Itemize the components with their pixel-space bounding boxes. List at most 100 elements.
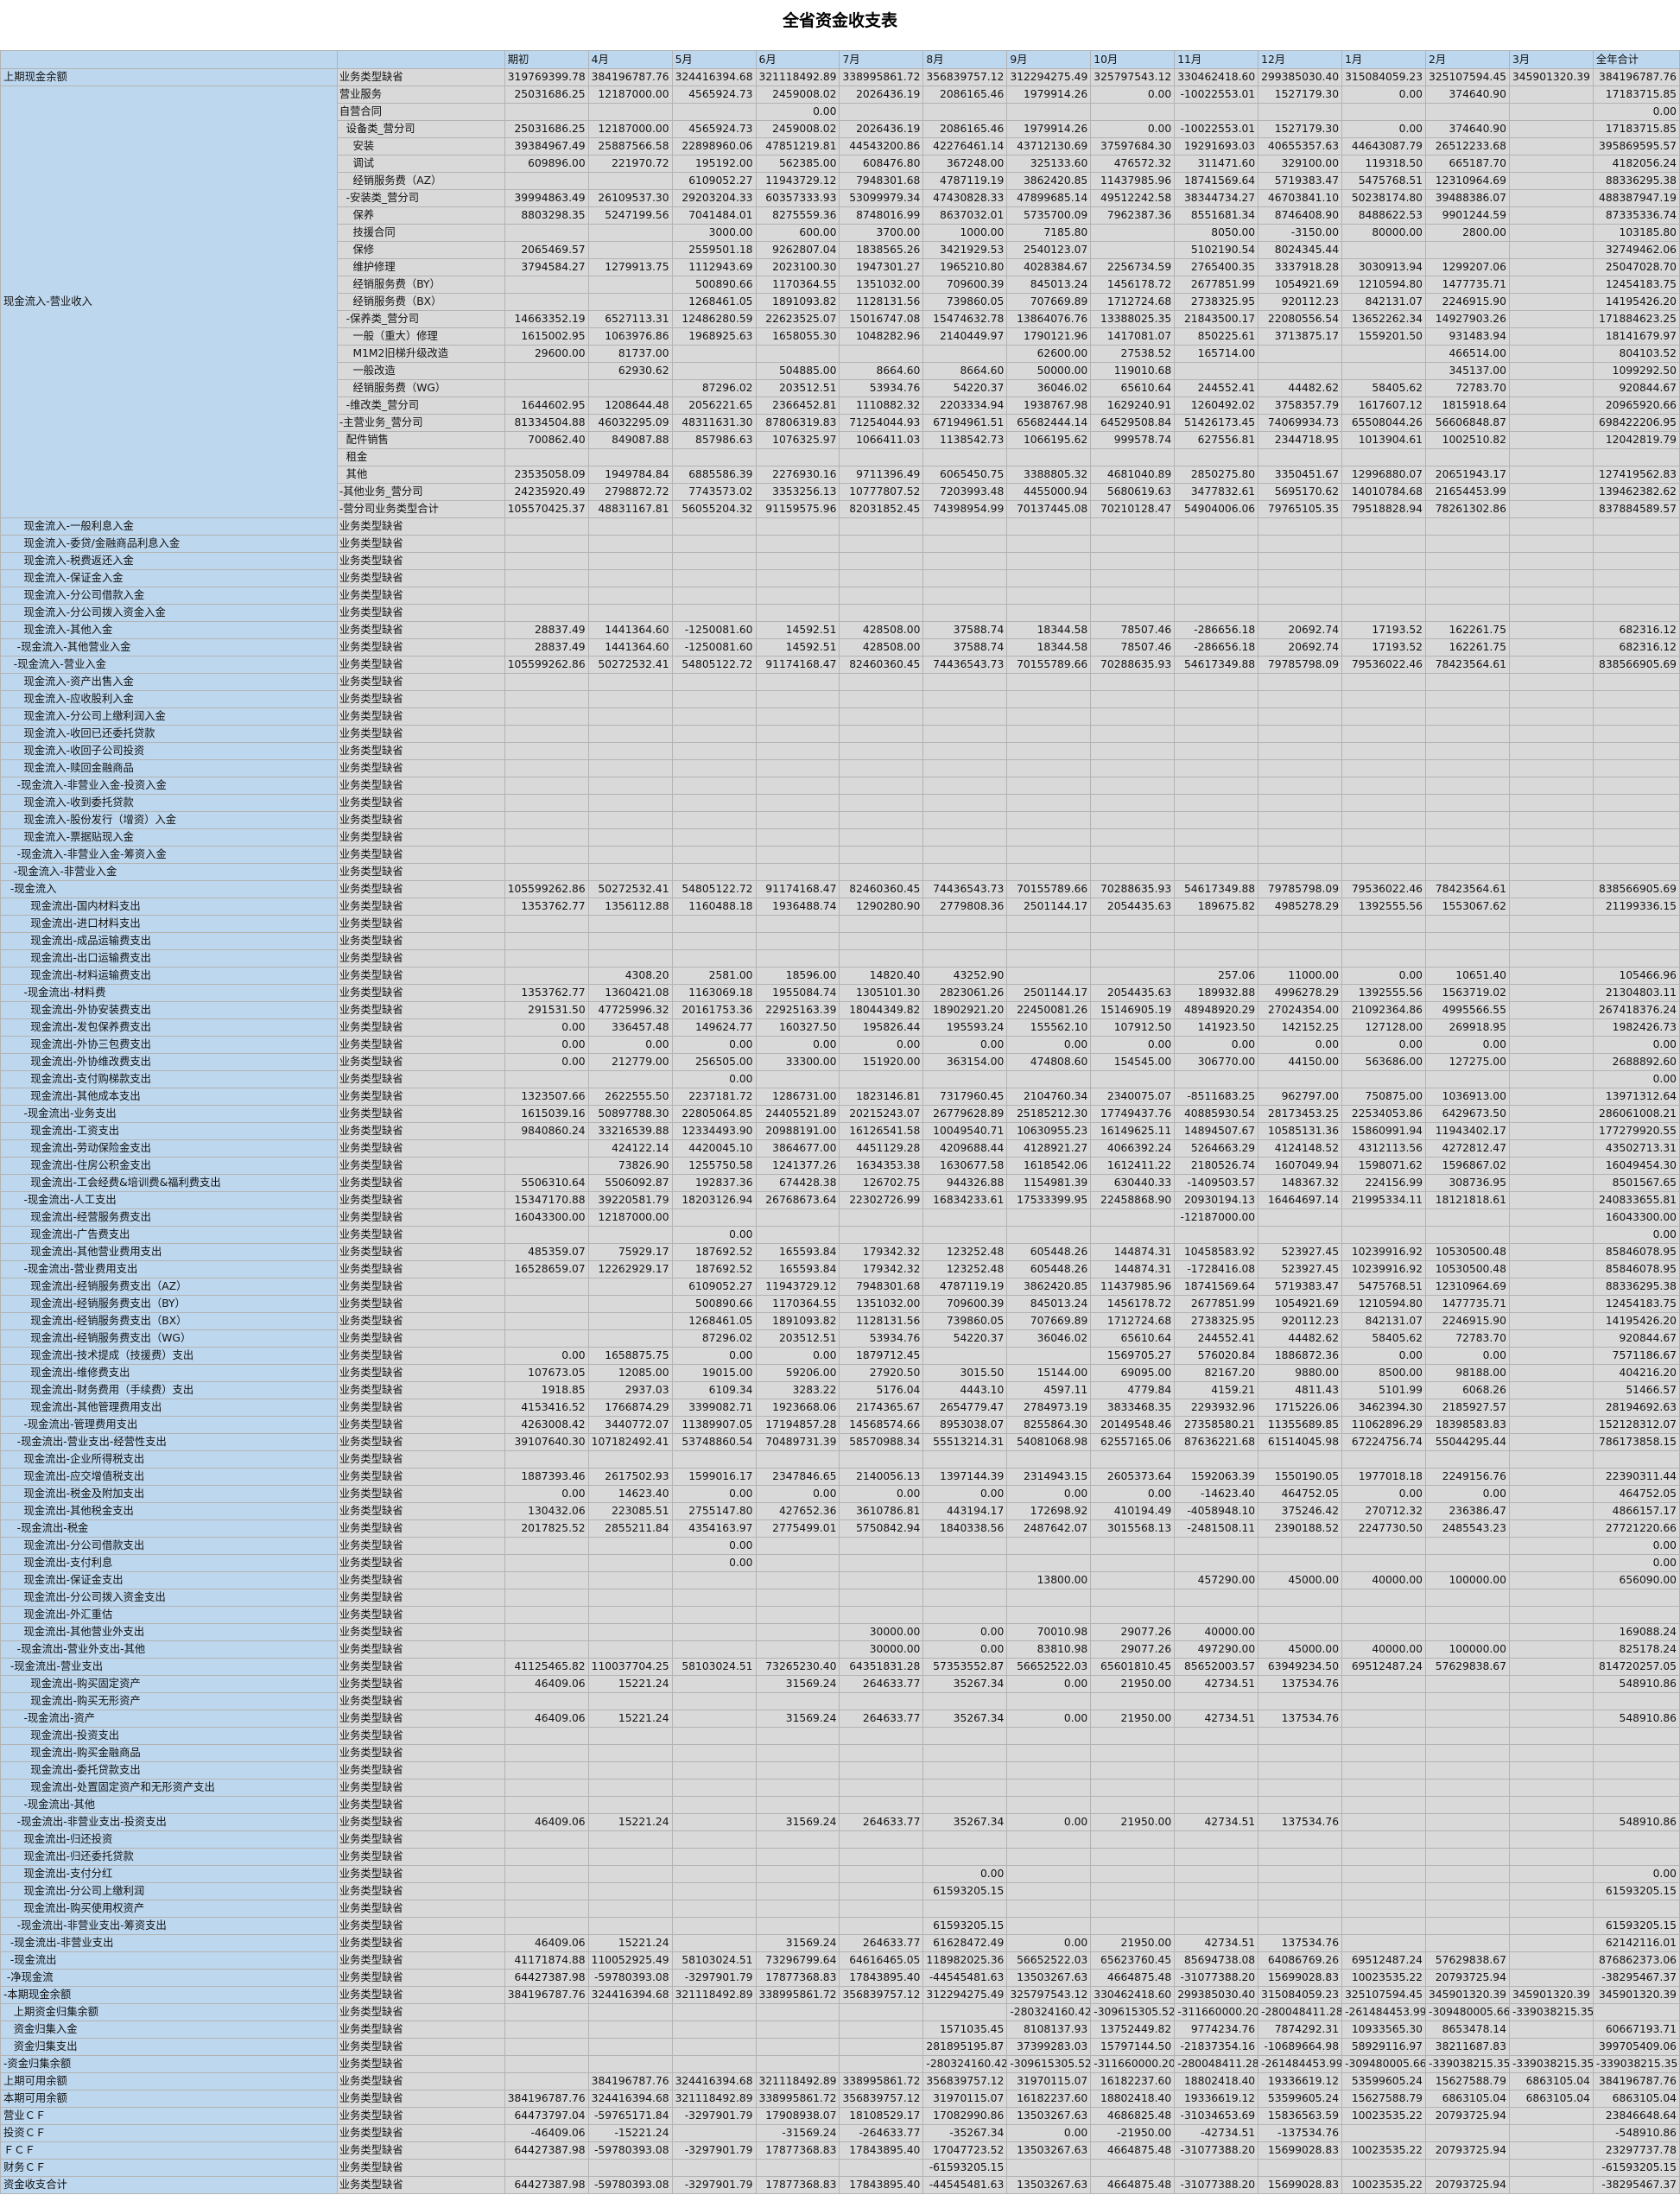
value-cell — [587, 276, 673, 294]
value-cell — [1006, 2159, 1092, 2177]
value-cell — [1341, 690, 1427, 708]
value-cell — [839, 725, 924, 743]
value-cell — [587, 604, 673, 622]
table-row: 现金流入-收到委托贷款 业务类型缺省 — [0, 794, 1680, 812]
value-cell: 61593205.15 — [1592, 1882, 1680, 1900]
value-cell: 17877368.83 — [755, 2141, 840, 2160]
value-cell — [1341, 725, 1427, 743]
value-cell: 1527179.30 — [1258, 120, 1343, 138]
value-cell: 1353762.77 — [504, 898, 589, 916]
value-cell — [587, 1589, 673, 1607]
value-cell: 2174365.67 — [839, 1399, 924, 1417]
business-type-cell: 设备类_营分司 — [336, 120, 505, 138]
value-cell — [1508, 811, 1594, 829]
value-cell — [755, 1571, 840, 1589]
value-cell — [1508, 1105, 1594, 1123]
value-cell: 6863105.04 — [1508, 2072, 1594, 2090]
value-cell: 11943402.17 — [1425, 1122, 1510, 1140]
value-cell: 22302726.99 — [839, 1191, 924, 1209]
value-cell: 315084059.23 — [1258, 1986, 1343, 2004]
value-cell: 21950.00 — [1090, 1813, 1176, 1831]
value-cell: 0.00 — [1341, 120, 1427, 138]
value-cell — [1258, 569, 1343, 587]
business-type-cell: 业务类型缺省 — [336, 2090, 505, 2108]
value-cell — [1090, 673, 1176, 691]
value-cell: 19336619.12 — [1174, 2090, 1259, 2108]
value-cell: 46409.06 — [504, 1675, 589, 1693]
value-cell — [1006, 569, 1092, 587]
value-cell: 50897788.30 — [587, 1105, 673, 1123]
value-cell: 4451129.28 — [839, 1139, 924, 1158]
value-cell: 212779.00 — [587, 1053, 673, 1071]
business-type-cell: 业务类型缺省 — [336, 1744, 505, 1762]
value-cell — [1592, 1900, 1680, 1918]
value-cell: 85846078.95 — [1592, 1243, 1680, 1261]
value-cell — [504, 932, 589, 950]
value-cell: 1299207.06 — [1425, 258, 1510, 276]
value-cell: 10933565.30 — [1341, 2021, 1427, 2039]
value-cell — [1592, 587, 1680, 605]
value-cell: 656090.00 — [1592, 1571, 1680, 1589]
value-cell — [922, 863, 1008, 881]
value-cell — [839, 1865, 924, 1883]
business-type-cell: 业务类型缺省 — [336, 2055, 505, 2073]
value-cell: 64086769.26 — [1258, 1951, 1343, 1970]
business-type-cell: 业务类型缺省 — [336, 1347, 505, 1365]
value-cell: 7948301.68 — [839, 1278, 924, 1296]
value-cell: 56606848.87 — [1425, 414, 1510, 432]
value-cell — [1006, 1554, 1092, 1572]
value-cell — [1006, 1900, 1092, 1918]
value-cell: 38344734.27 — [1174, 189, 1259, 207]
value-cell — [922, 1900, 1008, 1918]
value-cell: -21837354.16 — [1174, 2038, 1259, 2056]
value-cell: 627556.81 — [1174, 431, 1259, 449]
value-cell: 17749437.76 — [1090, 1105, 1176, 1123]
value-cell — [922, 448, 1008, 466]
value-cell — [1425, 915, 1510, 933]
value-cell — [587, 846, 673, 864]
value-cell — [671, 1450, 757, 1469]
value-cell — [1174, 673, 1259, 691]
value-cell: 22898960.06 — [671, 137, 757, 155]
value-cell: 43252.90 — [922, 967, 1008, 985]
value-cell: 709600.39 — [922, 1295, 1008, 1313]
value-cell — [1006, 1070, 1092, 1088]
value-cell — [1341, 1934, 1427, 1952]
value-cell — [1174, 949, 1259, 967]
value-cell: 4443.10 — [922, 1381, 1008, 1399]
value-cell: 466514.00 — [1425, 345, 1510, 363]
value-cell: 319769399.78 — [504, 68, 589, 86]
value-cell — [1006, 448, 1092, 466]
value-cell: 674428.38 — [755, 1174, 840, 1192]
value-cell — [1592, 2003, 1680, 2021]
value-cell — [1006, 915, 1092, 933]
value-cell — [1090, 1209, 1176, 1227]
value-cell: -31077388.20 — [1174, 1969, 1259, 1987]
value-cell: 1936488.74 — [755, 898, 840, 916]
value-cell — [1508, 898, 1594, 916]
value-cell — [587, 1796, 673, 1814]
value-cell: 10777807.52 — [839, 483, 924, 501]
value-cell: 127128.00 — [1341, 1018, 1427, 1037]
value-cell — [587, 915, 673, 933]
row-label: 现金流出-国内材料支出 — [0, 898, 338, 916]
row-label: 现金流入-税费返还入金 — [0, 552, 338, 570]
value-cell: 329100.00 — [1258, 155, 1343, 173]
value-cell: 25031686.25 — [504, 86, 589, 104]
business-type-cell: 业务类型缺省 — [336, 846, 505, 864]
value-cell — [1090, 1589, 1176, 1607]
value-cell — [587, 1571, 673, 1589]
value-cell: 2249156.76 — [1425, 1468, 1510, 1486]
business-type-cell: 业务类型缺省 — [336, 932, 505, 950]
value-cell — [671, 535, 757, 553]
business-type-cell: 业务类型缺省 — [336, 1813, 505, 1831]
value-cell — [1425, 1226, 1510, 1244]
value-cell: 17843895.40 — [839, 2176, 924, 2194]
business-type-cell: 业务类型缺省 — [336, 1468, 505, 1486]
value-cell: -38295467.37 — [1592, 1969, 1680, 1987]
value-cell — [1258, 1917, 1343, 1935]
business-type-cell: 业务类型缺省 — [336, 1761, 505, 1779]
value-cell — [1174, 915, 1259, 933]
table-row: 现金流出-住房公积金支出 业务类型缺省 73826.90 1255750.58 1241… — [0, 1157, 1680, 1175]
value-cell — [922, 1606, 1008, 1624]
